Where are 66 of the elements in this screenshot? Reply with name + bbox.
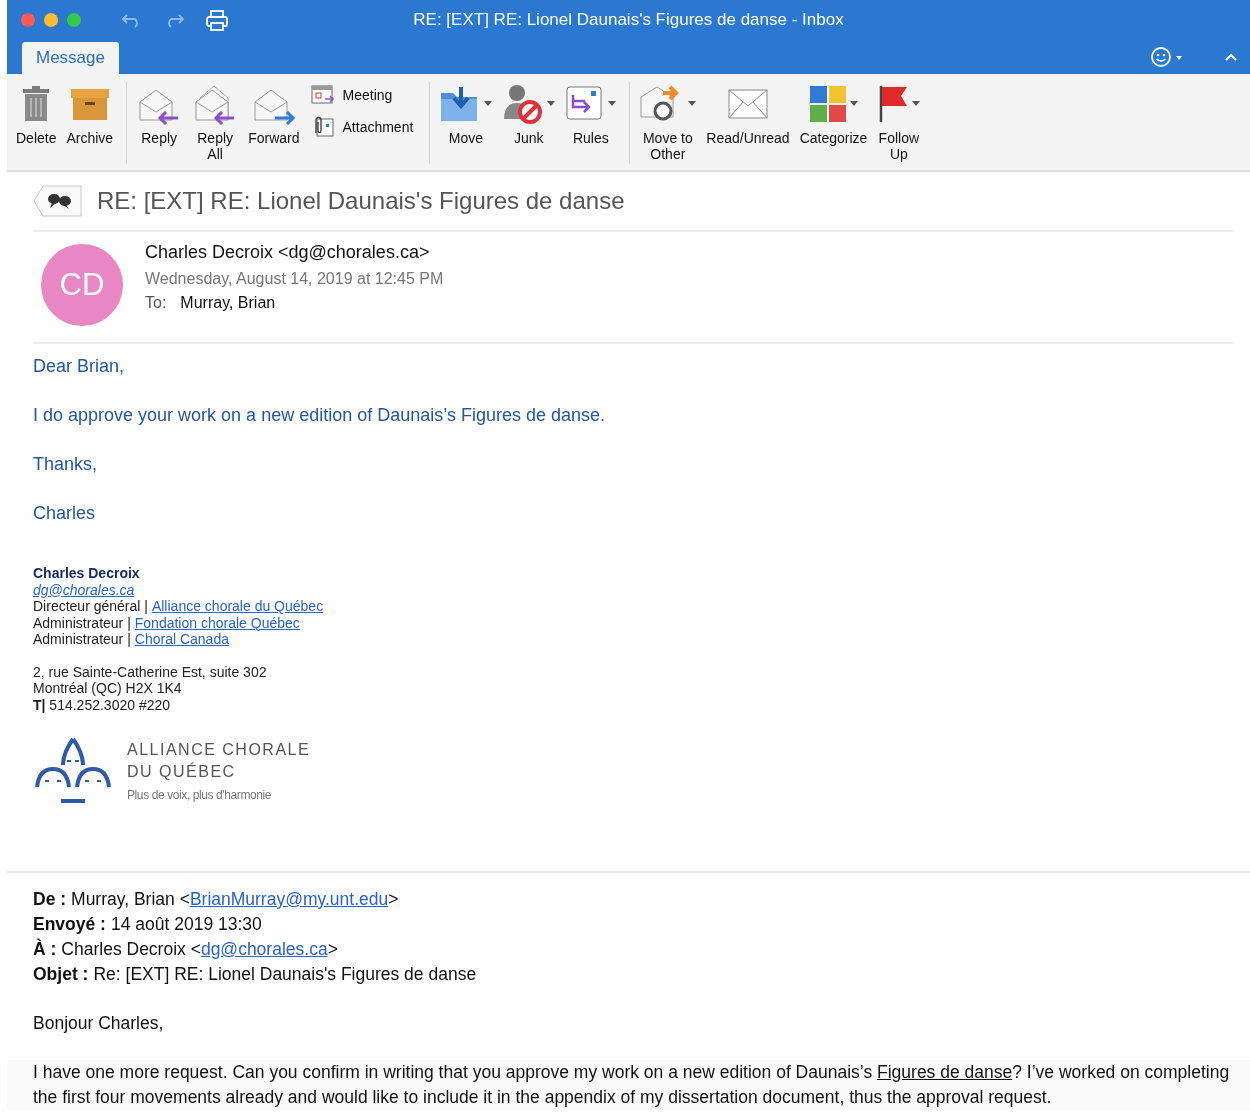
header-label: À : [33, 939, 57, 959]
phone-number: T| 514.252.3020 #220 [33, 696, 172, 713]
header-value: Re: [EXT] RE: Lionel Daunais's Figures de danse [93, 964, 477, 984]
ribbon-button[interactable]: Categorize [796, 82, 871, 146]
collapse-icon[interactable] [1224, 52, 1238, 62]
email-link[interactable]: dg@chorales.ca [33, 581, 135, 598]
signature-name: Charles Decroix [33, 565, 141, 582]
sender-name: Charles Decroix <dg@chorales.ca> [145, 241, 431, 264]
ribbon-button[interactable]: Delete [13, 82, 60, 146]
categories-icon [808, 85, 847, 123]
box-icon [69, 87, 110, 121]
ribbon-tab[interactable]: Message [22, 42, 119, 74]
ribbon-button[interactable]: Meeting [310, 84, 414, 106]
close-button[interactable] [21, 13, 35, 27]
organization-link[interactable]: Choral Canada [134, 631, 229, 647]
ribbon-button[interactable]: Attachment [310, 116, 414, 138]
role-title: Directeur général | [33, 598, 148, 614]
ribbon-button[interactable]: Move [436, 82, 496, 146]
ribbon-button[interactable]: Follow Up [874, 82, 924, 162]
organization-link[interactable]: Alliance chorale du Québec [151, 598, 324, 614]
blocked-user-icon [502, 83, 545, 125]
header-label: Envoyé : [33, 914, 106, 934]
ribbon-button[interactable]: Read/Unread [703, 82, 793, 146]
header-label: Objet : [33, 964, 89, 984]
logo-text: DU QUÉBEC [127, 761, 237, 782]
ribbon-button[interactable]: Rules [562, 82, 620, 146]
logo-tagline: Plus de voix, plus d'harmonie [127, 786, 273, 804]
envelope-icon [728, 89, 768, 119]
recipient-name: Murray, Brian [180, 294, 276, 311]
trash-icon [21, 86, 52, 122]
to-label: To: [145, 294, 167, 311]
email-link[interactable]: dg@chorales.ca [200, 939, 328, 959]
ribbon-button[interactable]: Move to Other [636, 82, 700, 162]
logo-text: ALLIANCE CHORALE [127, 739, 311, 760]
window-title: RE: [EXT] RE: Lionel Daunais's Figures de danse - Inbox [413, 10, 844, 30]
role-title: Administrateur | [33, 631, 131, 647]
body-paragraph: Charles [33, 502, 97, 525]
ribbon-button[interactable]: Archive [63, 82, 117, 146]
ribbon-button[interactable]: Junk [499, 82, 559, 146]
minimize-button[interactable] [44, 13, 58, 27]
greeting: Bonjour Charles, [33, 1012, 165, 1035]
body-paragraph: Dear Brian, [33, 355, 126, 378]
address-line: Montréal (QC) H2X 1K4 [33, 680, 183, 697]
organization-link[interactable]: Fondation chorale Québec [134, 614, 300, 631]
role-title: Administrateur | [33, 614, 131, 631]
smiley-icon[interactable] [1150, 46, 1184, 68]
body-paragraph: I do approve your work on a new edition of Daunais’s Figures de danse. [33, 404, 606, 427]
ribbon-button[interactable]: Forward [245, 82, 303, 146]
printer-icon[interactable] [205, 9, 229, 31]
ribbon-button[interactable]: Reply All [189, 82, 242, 162]
avatar: CD [41, 244, 123, 326]
sent-date: Wednesday, August 14, 2019 at 12:45 PM [145, 269, 444, 289]
flag-icon [877, 84, 910, 124]
email-link[interactable]: BrianMurray@my.unt.edu [189, 889, 389, 909]
body-paragraph: I have one more request. Can you confirm in writing that you approve my work on a new edition of Daunais’s Figures de danse? I’ve worked on completing the first four movements already and would like to include it in the appendix of my dissertation document, thus the approval request. [7, 1060, 1250, 1110]
message-subject: RE: [EXT] RE: Lionel Daunais's Figures de danse [97, 187, 625, 215]
header-value: 14 août 2019 13:30 [110, 914, 262, 934]
calendar-icon [310, 84, 335, 106]
header-value: Murray, Brian <BrianMurray@my.unt.edu> [71, 889, 399, 909]
address-line: 2, rue Sainte-Catherine Est, suite 302 [33, 663, 268, 680]
conversation-icon[interactable] [33, 185, 83, 217]
header-label: De : [33, 889, 67, 909]
header-value: Charles Decroix <dg@chorales.ca> [61, 939, 338, 959]
zoom-button[interactable] [67, 13, 81, 27]
ribbon-button[interactable]: Reply [133, 82, 186, 146]
body-paragraph: Thanks, [33, 453, 99, 476]
